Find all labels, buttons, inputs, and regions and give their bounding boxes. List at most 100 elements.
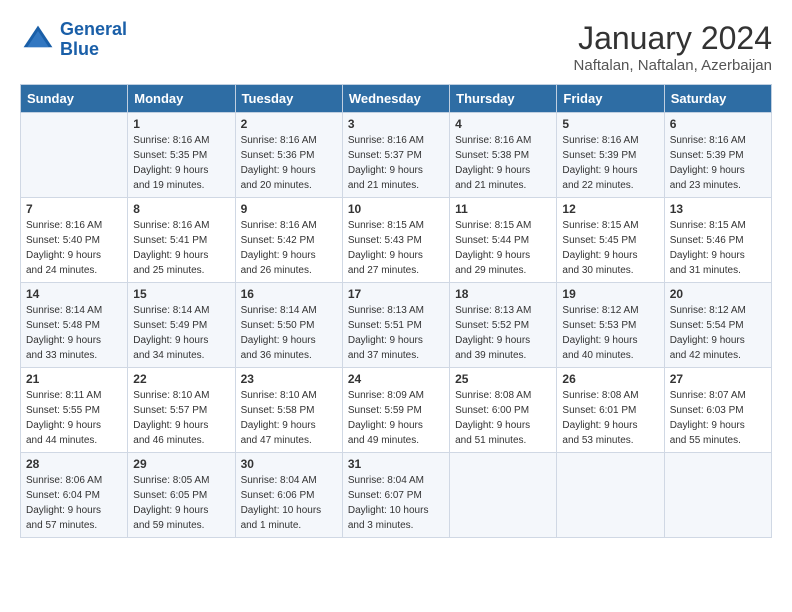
day-info: Sunrise: 8:14 AMSunset: 5:48 PMDaylight:… (26, 303, 122, 363)
day-info: Sunrise: 8:07 AMSunset: 6:03 PMDaylight:… (670, 388, 766, 448)
day-header-thursday: Thursday (450, 85, 557, 113)
calendar-cell (21, 113, 128, 198)
calendar-cell: 30 Sunrise: 8:04 AMSunset: 6:06 PMDayligh… (235, 453, 342, 538)
day-number: 6 (670, 117, 766, 131)
calendar-week-row: 28 Sunrise: 8:06 AMSunset: 6:04 PMDayligh… (21, 453, 772, 538)
day-header-tuesday: Tuesday (235, 85, 342, 113)
day-info: Sunrise: 8:16 AMSunset: 5:40 PMDaylight:… (26, 218, 122, 278)
day-info: Sunrise: 8:12 AMSunset: 5:54 PMDaylight:… (670, 303, 766, 363)
calendar-cell: 18Sunrise: 8:13 AMSunset: 5:52 PMDayligh… (450, 283, 557, 368)
calendar-cell: 25 Sunrise: 8:08 AMSunset: 6:00 PMDayligh… (450, 368, 557, 453)
title-block: January 2024 Naftalan, Naftalan, Azerbai… (574, 20, 772, 74)
day-number: 12 (562, 202, 658, 216)
calendar-cell: 16 Sunrise: 8:14 AMSunset: 5:50 PMDayligh… (235, 283, 342, 368)
calendar-cell: 15 Sunrise: 8:14 AMSunset: 5:49 PMDayligh… (128, 283, 235, 368)
month-title: January 2024 (574, 20, 772, 57)
day-info: Sunrise: 8:15 AMSunset: 5:44 PMDaylight:… (455, 218, 551, 278)
calendar-cell: 21 Sunrise: 8:11 AMSunset: 5:55 PMDayligh… (21, 368, 128, 453)
day-number: 1 (133, 117, 229, 131)
calendar-cell: 11 Sunrise: 8:15 AMSunset: 5:44 PMDayligh… (450, 198, 557, 283)
calendar-cell: 9Sunrise: 8:16 AMSunset: 5:42 PMDaylight… (235, 198, 342, 283)
calendar-table: SundayMondayTuesdayWednesdayThursdayFrid… (20, 84, 772, 538)
day-number: 18 (455, 287, 551, 301)
day-number: 2 (241, 117, 337, 131)
day-info: Sunrise: 8:14 AMSunset: 5:49 PMDaylight:… (133, 303, 229, 363)
day-info: Sunrise: 8:12 AMSunset: 5:53 PMDaylight:… (562, 303, 658, 363)
calendar-cell: 7 Sunrise: 8:16 AMSunset: 5:40 PMDaylight… (21, 198, 128, 283)
calendar-header-row: SundayMondayTuesdayWednesdayThursdayFrid… (21, 85, 772, 113)
calendar-cell: 22Sunrise: 8:10 AMSunset: 5:57 PMDayligh… (128, 368, 235, 453)
calendar-week-row: 14Sunrise: 8:14 AMSunset: 5:48 PMDayligh… (21, 283, 772, 368)
logo-general: General (60, 19, 127, 39)
calendar-week-row: 7 Sunrise: 8:16 AMSunset: 5:40 PMDaylight… (21, 198, 772, 283)
day-info: Sunrise: 8:08 AMSunset: 6:01 PMDaylight:… (562, 388, 658, 448)
calendar-cell (557, 453, 664, 538)
day-number: 13 (670, 202, 766, 216)
day-info: Sunrise: 8:10 AMSunset: 5:58 PMDaylight:… (241, 388, 337, 448)
calendar-cell: 27 Sunrise: 8:07 AMSunset: 6:03 PMDayligh… (664, 368, 771, 453)
day-info: Sunrise: 8:16 AMSunset: 5:41 PMDaylight:… (133, 218, 229, 278)
day-number: 24 (348, 372, 444, 386)
day-info: Sunrise: 8:04 AMSunset: 6:06 PMDaylight:… (241, 473, 337, 533)
day-info: Sunrise: 8:15 AMSunset: 5:46 PMDaylight:… (670, 218, 766, 278)
day-number: 20 (670, 287, 766, 301)
calendar-cell: 1 Sunrise: 8:16 AMSunset: 5:35 PMDaylight… (128, 113, 235, 198)
calendar-cell: 4Sunrise: 8:16 AMSunset: 5:38 PMDaylight… (450, 113, 557, 198)
calendar-cell: 2Sunrise: 8:16 AMSunset: 5:36 PMDaylight… (235, 113, 342, 198)
day-number: 5 (562, 117, 658, 131)
logo-text: General Blue (60, 20, 127, 60)
calendar-cell: 24 Sunrise: 8:09 AMSunset: 5:59 PMDayligh… (342, 368, 449, 453)
calendar-cell: 28 Sunrise: 8:06 AMSunset: 6:04 PMDayligh… (21, 453, 128, 538)
day-number: 4 (455, 117, 551, 131)
day-number: 25 (455, 372, 551, 386)
logo-blue: Blue (60, 40, 127, 60)
calendar-cell: 5 Sunrise: 8:16 AMSunset: 5:39 PMDaylight… (557, 113, 664, 198)
calendar-cell: 3Sunrise: 8:16 AMSunset: 5:37 PMDaylight… (342, 113, 449, 198)
day-number: 30 (241, 457, 337, 471)
day-number: 31 (348, 457, 444, 471)
calendar-cell: 13 Sunrise: 8:15 AMSunset: 5:46 PMDayligh… (664, 198, 771, 283)
logo-icon (20, 22, 56, 58)
calendar-cell: 23Sunrise: 8:10 AMSunset: 5:58 PMDayligh… (235, 368, 342, 453)
day-number: 22 (133, 372, 229, 386)
day-info: Sunrise: 8:16 AMSunset: 5:35 PMDaylight:… (133, 133, 229, 193)
day-info: Sunrise: 8:08 AMSunset: 6:00 PMDaylight:… (455, 388, 551, 448)
calendar-cell: 31 Sunrise: 8:04 AMSunset: 6:07 PMDayligh… (342, 453, 449, 538)
calendar-cell (450, 453, 557, 538)
day-number: 11 (455, 202, 551, 216)
calendar-cell: 12 Sunrise: 8:15 AMSunset: 5:45 PMDayligh… (557, 198, 664, 283)
day-info: Sunrise: 8:04 AMSunset: 6:07 PMDaylight:… (348, 473, 444, 533)
day-info: Sunrise: 8:05 AMSunset: 6:05 PMDaylight:… (133, 473, 229, 533)
day-info: Sunrise: 8:09 AMSunset: 5:59 PMDaylight:… (348, 388, 444, 448)
day-info: Sunrise: 8:11 AMSunset: 5:55 PMDaylight:… (26, 388, 122, 448)
day-number: 10 (348, 202, 444, 216)
day-info: Sunrise: 8:15 AMSunset: 5:45 PMDaylight:… (562, 218, 658, 278)
day-header-saturday: Saturday (664, 85, 771, 113)
day-number: 9 (241, 202, 337, 216)
day-number: 3 (348, 117, 444, 131)
calendar-cell: 26 Sunrise: 8:08 AMSunset: 6:01 PMDayligh… (557, 368, 664, 453)
day-number: 26 (562, 372, 658, 386)
calendar-cell: 17Sunrise: 8:13 AMSunset: 5:51 PMDayligh… (342, 283, 449, 368)
day-info: Sunrise: 8:13 AMSunset: 5:51 PMDaylight:… (348, 303, 444, 363)
day-number: 28 (26, 457, 122, 471)
day-number: 16 (241, 287, 337, 301)
calendar-week-row: 21 Sunrise: 8:11 AMSunset: 5:55 PMDayligh… (21, 368, 772, 453)
day-info: Sunrise: 8:14 AMSunset: 5:50 PMDaylight:… (241, 303, 337, 363)
day-number: 8 (133, 202, 229, 216)
day-info: Sunrise: 8:15 AMSunset: 5:43 PMDaylight:… (348, 218, 444, 278)
location: Naftalan, Naftalan, Azerbaijan (574, 57, 772, 74)
calendar-cell (664, 453, 771, 538)
logo: General Blue (20, 20, 127, 60)
day-header-sunday: Sunday (21, 85, 128, 113)
calendar-week-row: 1 Sunrise: 8:16 AMSunset: 5:35 PMDaylight… (21, 113, 772, 198)
calendar-cell: 29 Sunrise: 8:05 AMSunset: 6:05 PMDayligh… (128, 453, 235, 538)
day-info: Sunrise: 8:06 AMSunset: 6:04 PMDaylight:… (26, 473, 122, 533)
day-number: 27 (670, 372, 766, 386)
day-number: 29 (133, 457, 229, 471)
calendar-cell: 14Sunrise: 8:14 AMSunset: 5:48 PMDayligh… (21, 283, 128, 368)
day-number: 7 (26, 202, 122, 216)
day-number: 15 (133, 287, 229, 301)
day-info: Sunrise: 8:16 AMSunset: 5:39 PMDaylight:… (562, 133, 658, 193)
day-number: 21 (26, 372, 122, 386)
